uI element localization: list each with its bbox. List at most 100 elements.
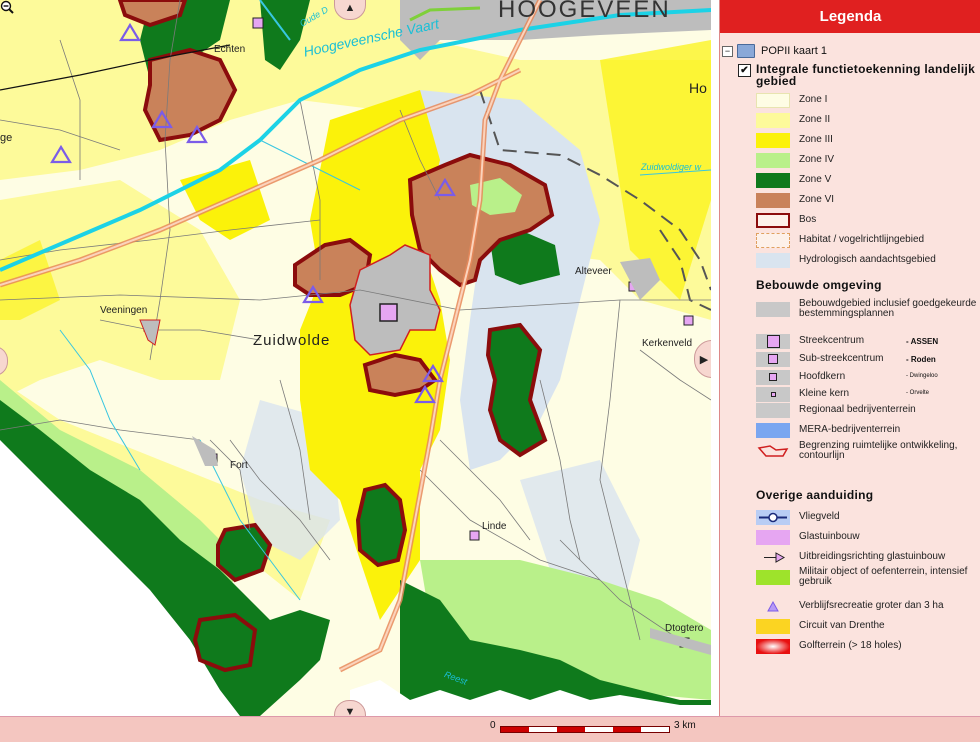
legend-swatch <box>756 301 790 317</box>
legend-item: Bos <box>756 211 977 229</box>
legend-label: Militair object of oefenterrein, intensi… <box>799 566 968 587</box>
legend-swatch <box>756 351 790 367</box>
legend-item: Regionaal bedrijventerrein <box>756 401 977 419</box>
legend-swatch <box>756 252 790 268</box>
group-title-overige: Overige aanduiding <box>756 488 874 502</box>
legend-swatch <box>756 599 790 614</box>
group-title-bebouwde-omgeving: Bebouwde omgeving <box>756 278 882 292</box>
legend-item: Glastuinbouw <box>756 528 977 546</box>
legend-label: Regionaal bedrijventerrein <box>799 404 916 415</box>
legend-label: Bebouwdgebied inclusief goedgekeurde bes… <box>799 298 977 319</box>
legend-item: Zone III <box>756 131 977 149</box>
legend-item: MERA-bedrijventerrein <box>756 421 977 439</box>
legend-label: Circuit van Drenthe <box>799 620 885 631</box>
legend-label: Hydrologisch aandachtsgebied <box>799 254 936 265</box>
legend-item: Habitat / vogelrichtlijngebied <box>756 231 977 249</box>
place-linde: Linde <box>482 521 507 532</box>
legend-swatch <box>756 444 790 459</box>
legend-swatch <box>756 550 790 565</box>
scale-bar-graphic <box>500 726 670 733</box>
layer-checkbox[interactable]: ✔ <box>738 64 751 77</box>
legend-label: Streekcentrum <box>799 335 865 346</box>
place-hoogeveen: HOOGEVEEN <box>498 0 671 23</box>
legend-swatch <box>756 132 790 148</box>
legend-label: Kleine kern <box>799 388 850 399</box>
legend-label: Uitbreidingsrichting glastuinbouw <box>799 551 946 562</box>
legend-item: Vliegveld <box>756 508 977 526</box>
legend-item: Golfterrein (> 18 holes) <box>756 637 977 655</box>
legend-item: Circuit van Drenthe <box>756 617 977 635</box>
legend-item: Bebouwdgebied inclusief goedgekeurde bes… <box>756 298 977 319</box>
layer-toggle-row[interactable]: ✔ <box>738 64 756 77</box>
legend-item: Begrenzing ruimtelijke ontwikkeling, con… <box>756 440 977 461</box>
folder-icon <box>737 44 755 58</box>
place-zuidwolde: Zuidwolde <box>253 332 331 349</box>
legend-swatch <box>756 212 790 228</box>
legend-label: Zone VI <box>799 194 835 205</box>
legend-label: Zone III <box>799 134 833 145</box>
legend-swatch <box>756 386 790 402</box>
legend-label: Zone II <box>799 114 831 125</box>
legend-item: Hoofdkern <box>756 368 899 386</box>
legend-label: Golfterrein (> 18 holes) <box>799 640 902 651</box>
legend-swatch <box>756 529 790 545</box>
legend-item: Verblijfsrecreatie groter dan 3 ha <box>756 597 977 615</box>
legend-label: Glastuinbouw <box>799 531 860 542</box>
place-echten: Echten <box>214 44 246 55</box>
legend-item: Uitbreidingsrichting glastuinbouw <box>756 548 977 566</box>
legend-label: Verblijfsrecreatie groter dan 3 ha <box>799 600 944 611</box>
group-title-functietoekenning: Integrale functietoekenning landelijk ge… <box>756 62 976 88</box>
legend-label: Bos <box>799 214 817 225</box>
scale-start-label: 0 <box>490 720 496 731</box>
chevron-right-icon: ▶ <box>699 353 709 366</box>
tree-root-row[interactable]: − POPII kaart 1 <box>722 44 827 58</box>
legend-title: Legenda <box>720 0 980 33</box>
legend-item: Streekcentrum <box>756 332 899 350</box>
legend-example: - Orvelte <box>906 390 930 396</box>
legend-item: Zone I <box>756 91 977 109</box>
legend-swatch <box>756 569 790 585</box>
zoom-out-icon[interactable] <box>0 0 14 14</box>
legend-swatch <box>756 333 790 349</box>
place-dtogtero: Dtogtero <box>665 623 704 634</box>
legend-swatch <box>756 192 790 208</box>
legend-swatch <box>756 92 790 108</box>
legend-label: MERA-bedrijventerrein <box>799 424 901 435</box>
legend-label: Zone I <box>799 94 828 105</box>
legend-panel: Legenda − POPII kaart 1 ✔ Integrale func… <box>719 0 980 716</box>
legend-item: Sub-streekcentrum <box>756 350 899 368</box>
legend-swatch <box>756 232 790 248</box>
map-canvas[interactable]: HOOGEVEEN Echten Zuidwolde Veeningen For… <box>0 0 711 716</box>
legend-swatch <box>756 112 790 128</box>
legend-label: Hoofdkern <box>799 371 846 382</box>
legend-label: Habitat / vogelrichtlijngebied <box>799 234 925 245</box>
legend-example: - ASSEN <box>906 337 939 346</box>
legend-swatch <box>756 172 790 188</box>
collapse-icon[interactable]: − <box>722 45 733 57</box>
legend-example: - Dwingeloo <box>906 373 938 379</box>
legend-label: Begrenzing ruimtelijke ontwikkeling, con… <box>799 440 958 461</box>
legend-item: Zone IV <box>756 151 977 169</box>
tree-root-label: POPII kaart 1 <box>761 45 828 57</box>
place-ho: Ho <box>689 80 707 96</box>
chevron-up-icon: ▲ <box>344 2 356 14</box>
legend-item: Zone VI <box>756 191 977 209</box>
legend-swatch <box>756 509 790 525</box>
legend-example: - Roden <box>906 355 936 364</box>
legend-swatch <box>756 152 790 168</box>
legend-swatch <box>756 422 790 438</box>
legend-label: Zone V <box>799 174 832 185</box>
legend-label: Vliegveld <box>799 511 840 522</box>
water-zuidwoldiger: Zuidwoldiger w <box>641 162 702 172</box>
legend-swatch <box>756 638 790 654</box>
legend-label: Zone IV <box>799 154 835 165</box>
place-fort: Fort <box>230 460 248 471</box>
place-alteveer: Alteveer <box>575 266 612 277</box>
legend-label: Sub-streekcentrum <box>799 353 884 364</box>
place-veeningen: Veeningen <box>100 305 148 316</box>
place-kerkenveld: Kerkenveld <box>642 338 693 349</box>
legend-swatch <box>756 369 790 385</box>
scale-end-label: 3 km <box>674 720 696 731</box>
legend-item: Hydrologisch aandachtsgebied <box>756 251 977 269</box>
legend-item: Zone II <box>756 111 977 129</box>
